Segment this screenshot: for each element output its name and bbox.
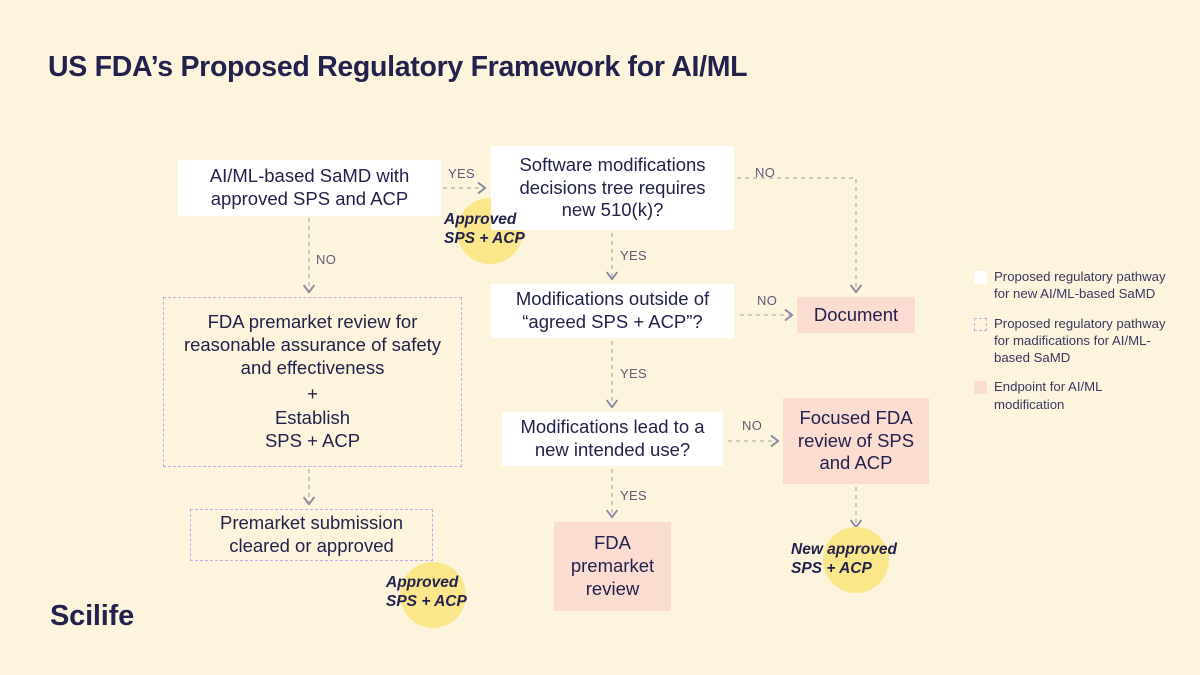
edge-swmod-document: [737, 177, 856, 291]
legend-swatch-dashed-icon: [974, 317, 987, 331]
legend-swatch-white-icon: [974, 271, 987, 284]
node-premarket-submission[interactable]: Premarket submission cleared or approved: [190, 509, 433, 561]
callout-approved-2-line1: Approved: [386, 574, 459, 591]
diagram-canvas: US FDA’s Proposed Regulatory Framework f…: [0, 0, 1200, 675]
legend-item-label: Endpoint for AI/ML modification: [994, 379, 1103, 412]
edge-label-yes-4: YES: [620, 488, 647, 503]
legend: Proposed regulatory pathway for new AI/M…: [974, 268, 1174, 425]
edge-label-no-4: NO: [742, 418, 763, 433]
edge-label-no-1: NO: [316, 252, 337, 267]
edge-label-yes-2: YES: [620, 248, 647, 263]
node-fda-premarket-review-line1: FDA premarket review for reasonable assu…: [183, 310, 442, 378]
node-modifications-outside[interactable]: Modifications outside of “agreed SPS + A…: [491, 284, 734, 338]
edge-label-no-2: NO: [755, 165, 776, 180]
callout-approved-1-line2: SPS + ACP: [444, 230, 525, 248]
node-samd[interactable]: AI/ML-based SaMD with approved SPS and A…: [178, 160, 441, 216]
edge-label-no-3: NO: [757, 293, 778, 308]
node-fda-premarket-review[interactable]: FDA premarket review for reasonable assu…: [163, 297, 462, 467]
edge-label-yes-1: YES: [448, 166, 475, 181]
edge-label-yes-3: YES: [620, 366, 647, 381]
callout-approved-2-line2: SPS + ACP: [386, 593, 467, 611]
node-focused-fda-review[interactable]: Focused FDA review of SPS and ACP: [783, 398, 929, 484]
callout-new-approved-line2: SPS + ACP: [791, 560, 872, 578]
node-fda-premarket-review-plus: +: [307, 382, 318, 404]
legend-item: Endpoint for AI/ML modification: [974, 378, 1174, 413]
node-document[interactable]: Document: [797, 297, 915, 333]
callout-new-approved: New approved SPS + ACP: [791, 540, 897, 579]
legend-item-label: Proposed regulatory pathway for madifica…: [994, 315, 1166, 366]
node-modifications-intended-use[interactable]: Modifications lead to a new intended use…: [502, 412, 723, 466]
node-fda-premarket-review-line2: Establish: [274, 407, 351, 429]
callout-approved-1-line1: Approved: [444, 211, 517, 228]
callout-approved-2: Approved SPS + ACP: [386, 573, 467, 612]
legend-item: Proposed regulatory pathway for madifica…: [974, 315, 1174, 367]
legend-item-label: Proposed regulatory pathway for new AI/M…: [994, 269, 1166, 302]
node-software-modifications[interactable]: Software modifications decisions tree re…: [491, 146, 734, 230]
legend-swatch-pink-icon: [974, 381, 987, 395]
callout-approved-1: Approved SPS + ACP: [444, 210, 525, 249]
callout-new-approved-line1: New approved: [791, 541, 897, 558]
node-fda-premarket-review-line3: SPS + ACP: [264, 430, 361, 452]
legend-item: Proposed regulatory pathway for new AI/M…: [974, 268, 1174, 303]
node-fda-premarket[interactable]: FDA premarket review: [554, 522, 671, 611]
scilife-logo[interactable]: Scilife: [50, 600, 134, 633]
